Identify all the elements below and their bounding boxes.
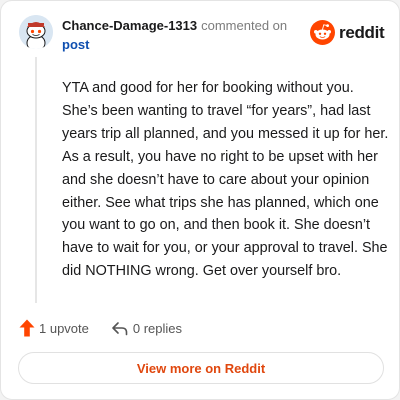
comment-actions: 1 upvote 0 replies [19,319,182,337]
comment-card: Chance-Damage-1313 commented on post redd… [0,0,400,400]
thread-line [35,57,37,303]
comment-header: Chance-Damage-1313 commented on post [62,18,312,53]
reply-count: 0 replies [132,320,183,336]
post-link[interactable]: post [62,37,89,52]
comment-body: YTA and good for her for booking without… [62,80,389,280]
view-more-button[interactable]: View more on Reddit [18,352,384,384]
user-avatar[interactable] [19,15,53,49]
snoo-avatar-icon [19,15,53,49]
action-text: commented on [201,18,288,33]
reddit-wordmark: reddit [339,22,385,42]
upvote-arrow-icon[interactable] [19,319,35,337]
reply-arrow-icon[interactable] [111,320,128,336]
username[interactable]: Chance-Damage-1313 [62,18,197,33]
upvote-count: 1 upvote [39,320,89,336]
reddit-brand[interactable]: reddit [310,20,385,45]
reddit-alien-icon [310,20,335,45]
